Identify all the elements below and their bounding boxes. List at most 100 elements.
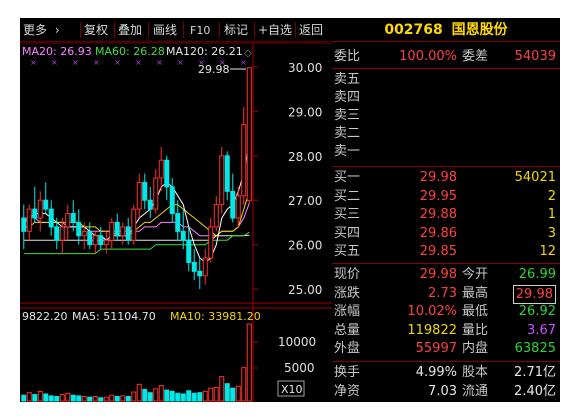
volume-bar bbox=[131, 391, 137, 402]
event-marker: × bbox=[30, 58, 37, 67]
buy-level-price: 29.86 bbox=[419, 225, 457, 241]
candle-body bbox=[208, 226, 214, 259]
candle-body bbox=[109, 221, 115, 241]
event-marker: × bbox=[114, 58, 121, 67]
volume-bar bbox=[202, 390, 208, 402]
volume-bar bbox=[114, 396, 120, 402]
volume-bar bbox=[98, 397, 104, 402]
float-shares-label: 流通 bbox=[462, 383, 489, 399]
candle-body bbox=[164, 159, 170, 188]
sell-level-label: 卖三 bbox=[334, 108, 361, 123]
candle-body bbox=[153, 177, 159, 210]
buy-level-row: 买一 29.98 54021 bbox=[332, 169, 560, 186]
volume-bar bbox=[153, 388, 159, 402]
volume-bar bbox=[21, 394, 27, 402]
volume-bar bbox=[109, 394, 115, 402]
buy-level-label: 买二 bbox=[334, 188, 361, 204]
volume-bar bbox=[43, 393, 49, 402]
divider bbox=[332, 263, 560, 264]
buy-level-volume: 1 bbox=[547, 207, 556, 222]
total-shares-label: 股本 bbox=[462, 365, 489, 380]
candle-body bbox=[120, 226, 126, 237]
sell-level-label: 卖四 bbox=[334, 90, 361, 105]
volume-tick-10000: 10000 bbox=[278, 335, 316, 349]
volume-bar bbox=[136, 383, 142, 402]
candle-body bbox=[81, 230, 87, 237]
inner-volume-label: 内盘 bbox=[462, 341, 489, 356]
volume-value: 9822.20 bbox=[22, 310, 68, 323]
outer-volume-value: 55997 bbox=[415, 341, 457, 356]
kline-chart[interactable]: MA20: 26.93 MA60: 26.28 MA120: 26.21 ◇ ×… bbox=[20, 18, 332, 402]
buy-level-row: 买五 29.85 12 bbox=[332, 243, 560, 260]
volume-ma10-legend: MA10: 33981.20 bbox=[170, 310, 261, 323]
volume-bar bbox=[54, 396, 60, 402]
event-marker: × bbox=[51, 58, 58, 67]
candle-body bbox=[26, 208, 32, 232]
float-shares-value: 2.40亿 bbox=[514, 383, 556, 399]
price-tick-label: 26.00 bbox=[288, 239, 322, 253]
moving-average-lines bbox=[23, 142, 250, 264]
event-marker: × bbox=[240, 58, 247, 67]
ma60-legend: MA60: 26.28 bbox=[95, 45, 165, 58]
event-marker: × bbox=[93, 58, 100, 67]
quote-panel: 002768 国恩股份 委比 100.00% 委差 54039 卖五 卖四 卖三 卖二… bbox=[332, 18, 560, 402]
candle-body bbox=[224, 155, 230, 192]
volume-bar bbox=[59, 394, 65, 402]
stock-code: 002768 bbox=[384, 22, 443, 38]
candlesticks bbox=[21, 67, 252, 290]
volume-bar bbox=[180, 393, 186, 402]
divider bbox=[332, 68, 560, 69]
candle-body bbox=[136, 181, 142, 210]
buy-level-volume: 54021 bbox=[514, 170, 556, 185]
candle-body bbox=[37, 199, 43, 219]
order-ratio-value: 100.00% bbox=[399, 49, 457, 64]
event-marker: × bbox=[177, 58, 184, 67]
volume-bar bbox=[175, 392, 181, 402]
buy-level-price: 29.95 bbox=[419, 188, 457, 204]
volume-ratio-label: 量比 bbox=[462, 322, 489, 338]
quote-row: 涨幅 10.02% 最低 26.92 bbox=[332, 303, 560, 320]
candle-body bbox=[43, 199, 49, 210]
ma5-line bbox=[23, 142, 250, 264]
volume-bar bbox=[32, 394, 38, 402]
buy-level-label: 买四 bbox=[334, 225, 361, 241]
change-percent-label: 涨幅 bbox=[334, 304, 361, 319]
high-price-value: 29.98 bbox=[512, 284, 556, 304]
buy-level-price: 29.98 bbox=[419, 170, 457, 185]
volume-ratio-value: 3.67 bbox=[527, 322, 556, 338]
buy-level-price: 29.85 bbox=[419, 244, 457, 259]
volume-bar bbox=[164, 389, 170, 402]
volume-bar bbox=[213, 387, 219, 402]
buy-level-row: 买四 29.86 3 bbox=[332, 225, 560, 242]
candle-body bbox=[59, 226, 65, 241]
volume-bar bbox=[125, 396, 131, 402]
candle-body bbox=[219, 155, 225, 206]
volume-bar bbox=[191, 392, 197, 402]
candle-body bbox=[98, 235, 104, 246]
volume-tick-5000: 5000 bbox=[284, 361, 315, 375]
volume-bars bbox=[21, 323, 252, 402]
volume-bar bbox=[48, 395, 54, 402]
volume-ma5-legend: MA5: 51104.70 bbox=[72, 310, 156, 323]
price-tick-label: 28.00 bbox=[288, 150, 322, 164]
order-diff-label: 委差 bbox=[462, 49, 489, 64]
volume-unit-label: X10 bbox=[281, 383, 303, 396]
turnover-label: 换手 bbox=[334, 365, 361, 380]
candle-body bbox=[175, 213, 181, 232]
buy-level-label: 买五 bbox=[334, 244, 361, 259]
open-price-label: 今开 bbox=[462, 267, 489, 282]
divider bbox=[332, 361, 560, 362]
candle-body bbox=[114, 221, 120, 237]
candle-body bbox=[235, 195, 241, 219]
stock-chart-window: 更多 › 复权 叠加 画线 F10 标记 +自选 返回 MA20: 26.93 … bbox=[20, 18, 560, 402]
buy-level-price: 29.88 bbox=[419, 207, 457, 222]
sell-level-row: 卖一 bbox=[332, 143, 560, 160]
quote-row: 涨跌 2.73 最高 29.98 bbox=[332, 284, 560, 304]
order-ratio-row: 委比 100.00% 委差 54039 bbox=[332, 48, 560, 65]
candle-body bbox=[197, 270, 203, 277]
volume-bar bbox=[142, 388, 148, 402]
volume-bar bbox=[76, 395, 82, 402]
volume-bar bbox=[103, 396, 109, 402]
event-marker: × bbox=[156, 58, 163, 67]
sell-level-row: 卖三 bbox=[332, 107, 560, 124]
